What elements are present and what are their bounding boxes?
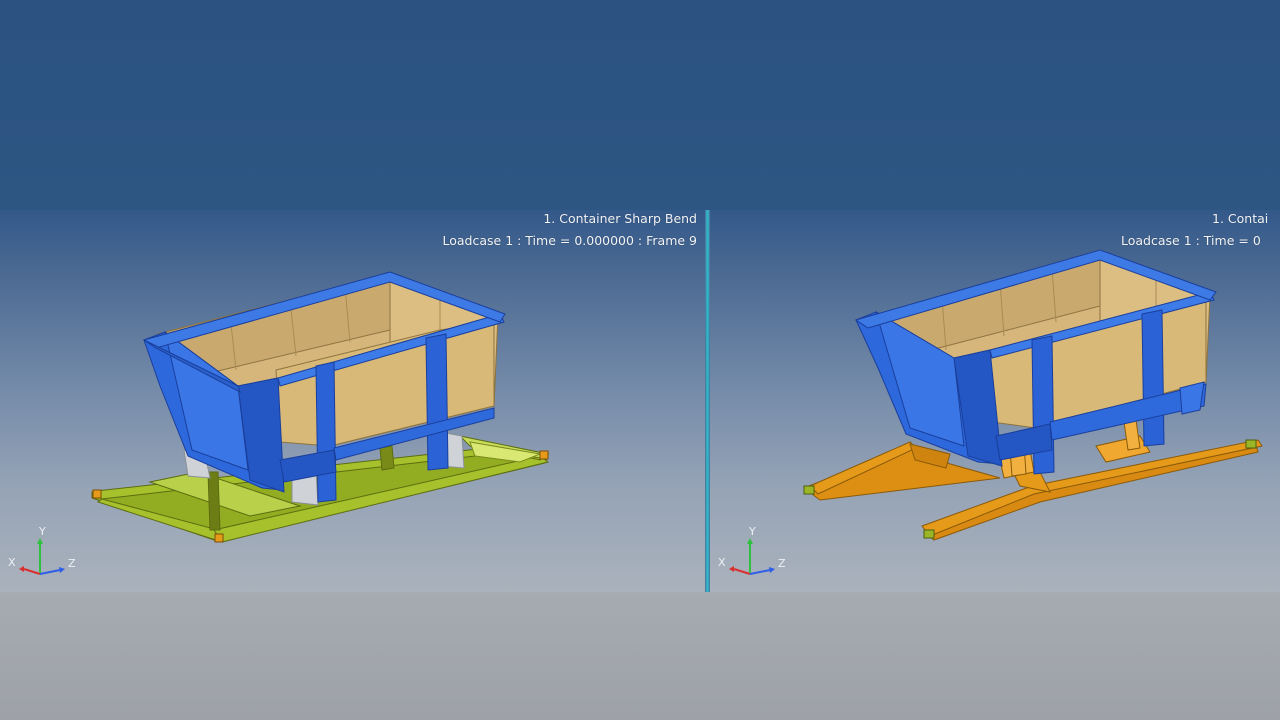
axis-z-label: Z — [778, 557, 786, 570]
graphics-viewport-left[interactable]: 1. Container Sharp Bend Loadcase 1 : Tim… — [0, 210, 705, 592]
axis-z-label: Z — [68, 557, 76, 570]
axis-x-label: X — [8, 556, 16, 569]
toolbar-area-empty — [0, 0, 1280, 210]
coordinate-triad: Y X Z — [6, 524, 86, 584]
coordinate-triad: Y X Z — [716, 524, 796, 584]
graphics-viewport-right[interactable]: 1. Contai Loadcase 1 : Time = 0 Y X Z — [710, 210, 1280, 592]
axis-y-label: Y — [39, 525, 46, 538]
container-model-with-frame[interactable] — [0, 210, 705, 592]
axis-x-label: X — [718, 556, 726, 569]
post-processing-window: 1. Container Sharp Bend Loadcase 1 : Tim… — [0, 0, 1280, 720]
status-area-empty — [0, 592, 1280, 720]
axis-y-label: Y — [749, 525, 756, 538]
